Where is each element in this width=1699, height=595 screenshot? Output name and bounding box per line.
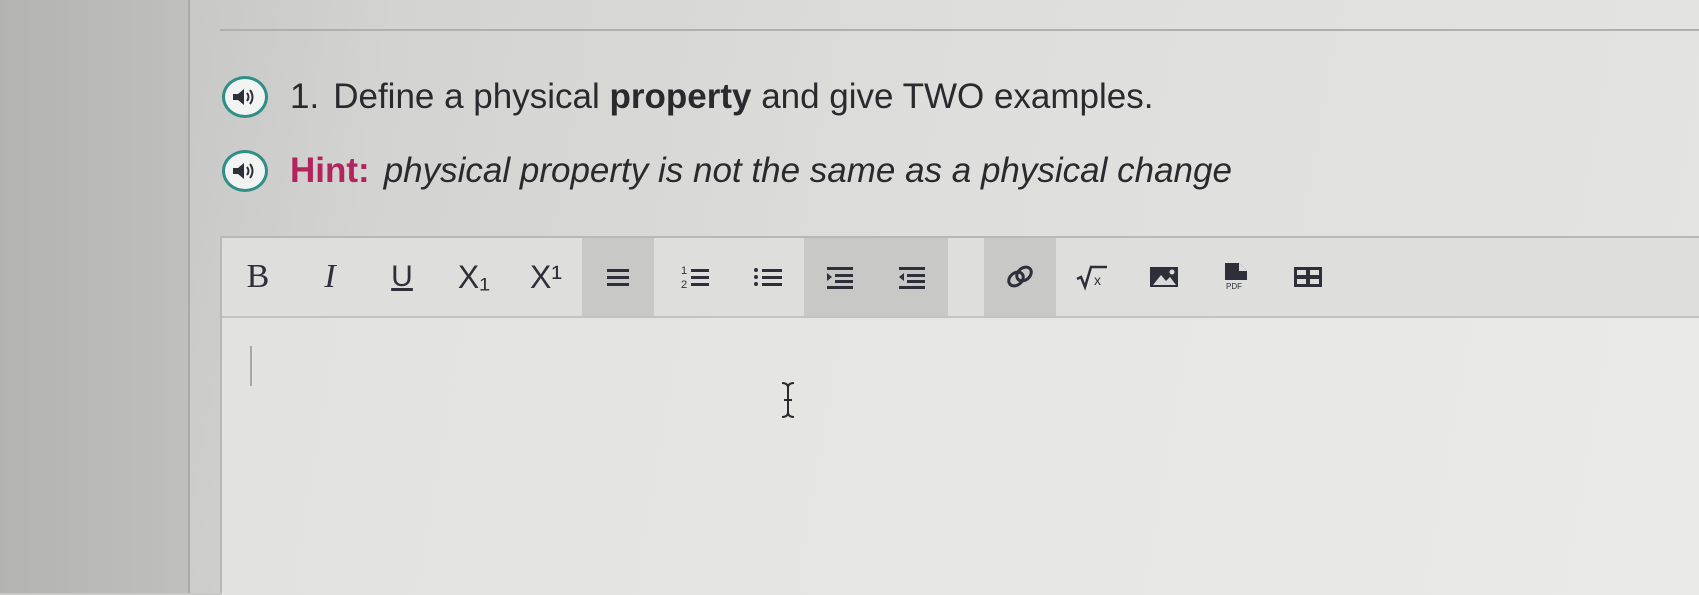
section-divider bbox=[220, 29, 1699, 31]
question-text-before: Define a physical bbox=[333, 77, 600, 116]
svg-text:2: 2 bbox=[681, 279, 687, 291]
italic-icon: I bbox=[324, 258, 336, 295]
text-caret bbox=[250, 346, 252, 386]
subscript-icon: X₁ bbox=[457, 258, 491, 295]
speaker-icon bbox=[233, 163, 254, 179]
image-icon bbox=[1150, 267, 1178, 287]
ibeam-cursor-icon bbox=[781, 382, 795, 418]
pdf-label: PDF bbox=[1226, 282, 1242, 291]
underline-icon: U bbox=[391, 260, 413, 293]
read-aloud-question-button[interactable] bbox=[222, 76, 268, 118]
subscript-button[interactable]: X₁ bbox=[438, 238, 510, 316]
svg-text:x: x bbox=[1094, 272, 1101, 288]
editor-toolbar: B I U X₁ X¹ 1 2 x PDF bbox=[222, 238, 1699, 318]
indent-button[interactable] bbox=[804, 238, 876, 316]
screen: 1. Define a physical property and give T… bbox=[0, 0, 1699, 595]
speaker-icon bbox=[233, 89, 254, 105]
math-equation-button[interactable]: x bbox=[1056, 238, 1128, 316]
numbered-list-button[interactable]: 1 2 bbox=[660, 238, 732, 316]
question-number: 1. bbox=[290, 77, 320, 116]
svg-text:1: 1 bbox=[681, 265, 687, 277]
rich-text-editor: B I U X₁ X¹ 1 2 x PDF bbox=[220, 236, 1699, 595]
link-icon bbox=[1007, 265, 1033, 288]
superscript-button[interactable]: X¹ bbox=[510, 238, 582, 316]
align-button[interactable] bbox=[582, 238, 654, 316]
bold-button[interactable]: B bbox=[222, 238, 294, 316]
read-aloud-hint-button[interactable] bbox=[222, 150, 268, 192]
answer-text-area[interactable] bbox=[222, 318, 1699, 595]
italic-button[interactable]: I bbox=[294, 238, 366, 316]
indent-icon bbox=[827, 267, 853, 289]
pdf-icon: PDF bbox=[1223, 263, 1251, 291]
bullet-list-icon bbox=[754, 268, 782, 286]
question-text-bold: property bbox=[609, 77, 752, 116]
bullet-list-button[interactable] bbox=[732, 238, 804, 316]
numbered-list-icon: 1 2 bbox=[681, 265, 709, 291]
outdent-button[interactable] bbox=[876, 238, 948, 316]
table-icon bbox=[1294, 267, 1322, 287]
bold-icon: B bbox=[246, 258, 270, 295]
math-equation-icon: x bbox=[1076, 265, 1107, 291]
outdent-icon bbox=[899, 267, 925, 289]
question-1: 1. Define a physical property and give T… bbox=[222, 76, 1154, 118]
hint-line: Hint: physical property is not the same … bbox=[222, 150, 1232, 192]
insert-image-button[interactable] bbox=[1128, 238, 1200, 316]
hint-label: Hint: bbox=[290, 151, 370, 190]
align-icon bbox=[607, 269, 629, 286]
link-button[interactable] bbox=[984, 238, 1056, 316]
underline-button[interactable]: U bbox=[366, 238, 438, 316]
hint-text: physical property is not the same as a p… bbox=[383, 151, 1232, 190]
insert-pdf-button[interactable]: PDF bbox=[1200, 238, 1272, 316]
insert-table-button[interactable] bbox=[1272, 238, 1344, 316]
question-text-after: and give TWO examples. bbox=[761, 77, 1154, 116]
superscript-icon: X¹ bbox=[530, 258, 562, 295]
left-margin-panel bbox=[0, 0, 190, 593]
